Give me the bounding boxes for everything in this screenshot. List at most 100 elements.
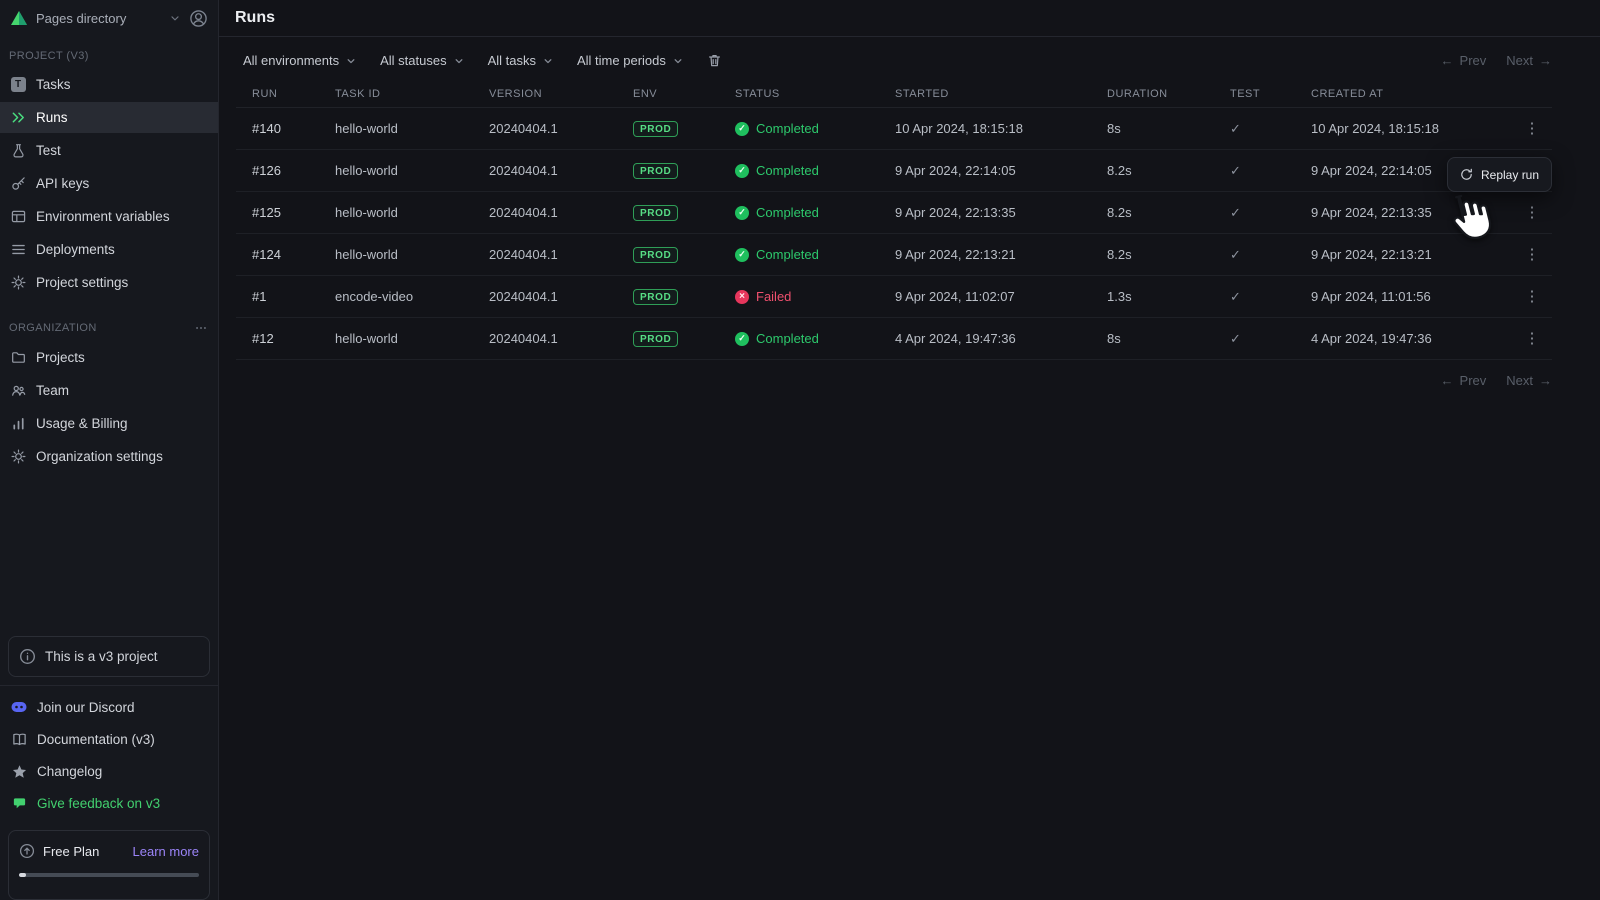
filter-tasks[interactable]: All tasks xyxy=(488,53,553,68)
speech-bubble-icon xyxy=(10,796,28,811)
tasks-icon: T xyxy=(9,77,27,93)
status-cell: ✓ Completed xyxy=(735,205,895,220)
duration: 8s xyxy=(1107,121,1121,136)
arrow-right-icon: → xyxy=(1539,373,1552,388)
filter-time-periods[interactable]: All time periods xyxy=(577,53,683,68)
env-badge: PROD xyxy=(633,163,679,179)
env-badge: PROD xyxy=(633,247,679,263)
organization-section-label: ORGANIZATION xyxy=(0,299,218,341)
col-created-at: Created at xyxy=(1311,87,1384,100)
row-menu-button[interactable]: ⋮ xyxy=(1520,285,1544,309)
page-header: Runs xyxy=(219,0,1600,37)
sidebar-item-label: Environment variables xyxy=(36,209,170,224)
table-row[interactable]: #124 hello-world 20240404.1 PROD ✓ Compl… xyxy=(236,234,1552,276)
run-id: #12 xyxy=(252,331,274,346)
sidebar-item-api-keys[interactable]: API keys xyxy=(0,168,218,199)
clear-filters-trash-icon[interactable] xyxy=(707,53,722,68)
chevron-down-icon[interactable] xyxy=(169,12,181,24)
sidebar-item-usage-billing[interactable]: Usage & Billing xyxy=(0,408,218,439)
task-id: hello-world xyxy=(335,331,398,346)
chevron-down-icon xyxy=(543,56,553,66)
status-icon: × xyxy=(735,289,749,304)
test-check-icon: ✓ xyxy=(1230,204,1241,220)
row-menu-button[interactable]: ⋮ xyxy=(1520,117,1544,141)
task-id: hello-world xyxy=(335,121,398,136)
org-more-button[interactable] xyxy=(194,321,208,335)
arrow-left-icon: ← xyxy=(1440,373,1454,388)
sidebar-item-deployments[interactable]: Deployments xyxy=(0,234,218,265)
run-id: #1 xyxy=(252,289,267,304)
status-label: Completed xyxy=(756,121,819,136)
started-at: 4 Apr 2024, 19:47:36 xyxy=(895,331,1016,346)
gear-icon xyxy=(9,449,27,465)
row-menu-button[interactable]: ⋮ xyxy=(1520,201,1544,225)
created-at: 10 Apr 2024, 18:15:18 xyxy=(1311,121,1439,136)
sidebar-item-label: Usage & Billing xyxy=(36,416,128,431)
filter-environments[interactable]: All environments xyxy=(243,53,356,68)
next-page-button[interactable]: Next → xyxy=(1506,53,1552,68)
started-at: 10 Apr 2024, 18:15:18 xyxy=(895,121,1023,136)
col-test: Test xyxy=(1230,87,1261,100)
usage-progressbar xyxy=(19,873,199,877)
table-body: #140 hello-world 20240404.1 PROD ✓ Compl… xyxy=(236,108,1552,360)
sidebar-item-environment-variables[interactable]: Environment variables xyxy=(0,201,218,232)
row-menu-button[interactable]: ⋮ xyxy=(1520,327,1544,351)
version: 20240404.1 xyxy=(489,331,558,346)
link-changelog[interactable]: Changelog xyxy=(0,755,218,787)
started-at: 9 Apr 2024, 22:13:21 xyxy=(895,247,1016,262)
row-menu-button[interactable]: ⋮ xyxy=(1520,243,1544,267)
sidebar-item-organization-settings[interactable]: Organization settings xyxy=(0,441,218,472)
learn-more-link[interactable]: Learn more xyxy=(133,844,199,859)
sidebar-item-label: Deployments xyxy=(36,242,115,257)
table-row[interactable]: #12 hello-world 20240404.1 PROD ✓ Comple… xyxy=(236,318,1552,360)
link-documentation[interactable]: Documentation (v3) xyxy=(0,723,218,755)
table-row[interactable]: #1 encode-video 20240404.1 PROD × Failed… xyxy=(236,276,1552,318)
sidebar-item-label: Team xyxy=(36,383,70,398)
next-page-button[interactable]: Next → xyxy=(1506,373,1552,388)
key-icon xyxy=(9,176,27,192)
table-row[interactable]: #140 hello-world 20240404.1 PROD ✓ Compl… xyxy=(236,108,1552,150)
link-label: Changelog xyxy=(37,763,103,779)
replay-run-menu-item[interactable]: Replay run xyxy=(1447,157,1553,192)
col-started: Started xyxy=(895,87,949,100)
table-row[interactable]: #126 hello-world 20240404.1 PROD ✓ Compl… xyxy=(236,150,1552,192)
status-icon: ✓ xyxy=(735,121,749,136)
started-at: 9 Apr 2024, 11:02:07 xyxy=(895,289,1015,304)
star-icon xyxy=(10,764,28,779)
filter-statuses[interactable]: All statuses xyxy=(380,53,463,68)
pagination-top: ← Prev Next → xyxy=(1441,53,1552,68)
duration: 8.2s xyxy=(1107,247,1132,262)
task-id: hello-world xyxy=(335,163,398,178)
sidebar-item-projects[interactable]: Projects xyxy=(0,342,218,373)
duration: 1.3s xyxy=(1107,289,1132,304)
version: 20240404.1 xyxy=(489,205,558,220)
status-cell: ✓ Completed xyxy=(735,247,895,262)
sidebar-item-team[interactable]: Team xyxy=(0,375,218,406)
test-check-icon: ✓ xyxy=(1230,246,1241,262)
sidebar-item-project-settings[interactable]: Project settings xyxy=(0,267,218,298)
info-icon xyxy=(19,648,36,665)
run-id: #124 xyxy=(252,247,281,262)
link-feedback[interactable]: Give feedback on v3 xyxy=(0,787,218,819)
prev-page-button[interactable]: ← Prev xyxy=(1441,53,1487,68)
gear-icon xyxy=(9,275,27,291)
sidebar-item-tasks[interactable]: T Tasks xyxy=(0,69,218,100)
notice-text: This is a v3 project xyxy=(45,649,158,664)
status-icon: ✓ xyxy=(735,163,749,178)
avatar[interactable] xyxy=(189,9,208,28)
sidebar-item-test[interactable]: Test xyxy=(0,135,218,166)
pagination-bottom: ← Prev Next → xyxy=(219,360,1600,401)
prev-page-button[interactable]: ← Prev xyxy=(1441,373,1487,388)
duration: 8.2s xyxy=(1107,205,1132,220)
page-title: Runs xyxy=(235,9,275,26)
started-at: 9 Apr 2024, 22:13:35 xyxy=(895,205,1016,220)
status-icon: ✓ xyxy=(735,205,749,220)
status-icon: ✓ xyxy=(735,247,749,262)
link-discord[interactable]: Join our Discord xyxy=(0,691,218,723)
env-badge: PROD xyxy=(633,289,679,305)
test-check-icon: ✓ xyxy=(1230,162,1241,178)
workspace-switcher[interactable]: Pages directory xyxy=(0,0,218,36)
duration: 8s xyxy=(1107,331,1121,346)
sidebar-item-runs[interactable]: Runs xyxy=(0,102,218,133)
table-row[interactable]: #125 hello-world 20240404.1 PROD ✓ Compl… xyxy=(236,192,1552,234)
